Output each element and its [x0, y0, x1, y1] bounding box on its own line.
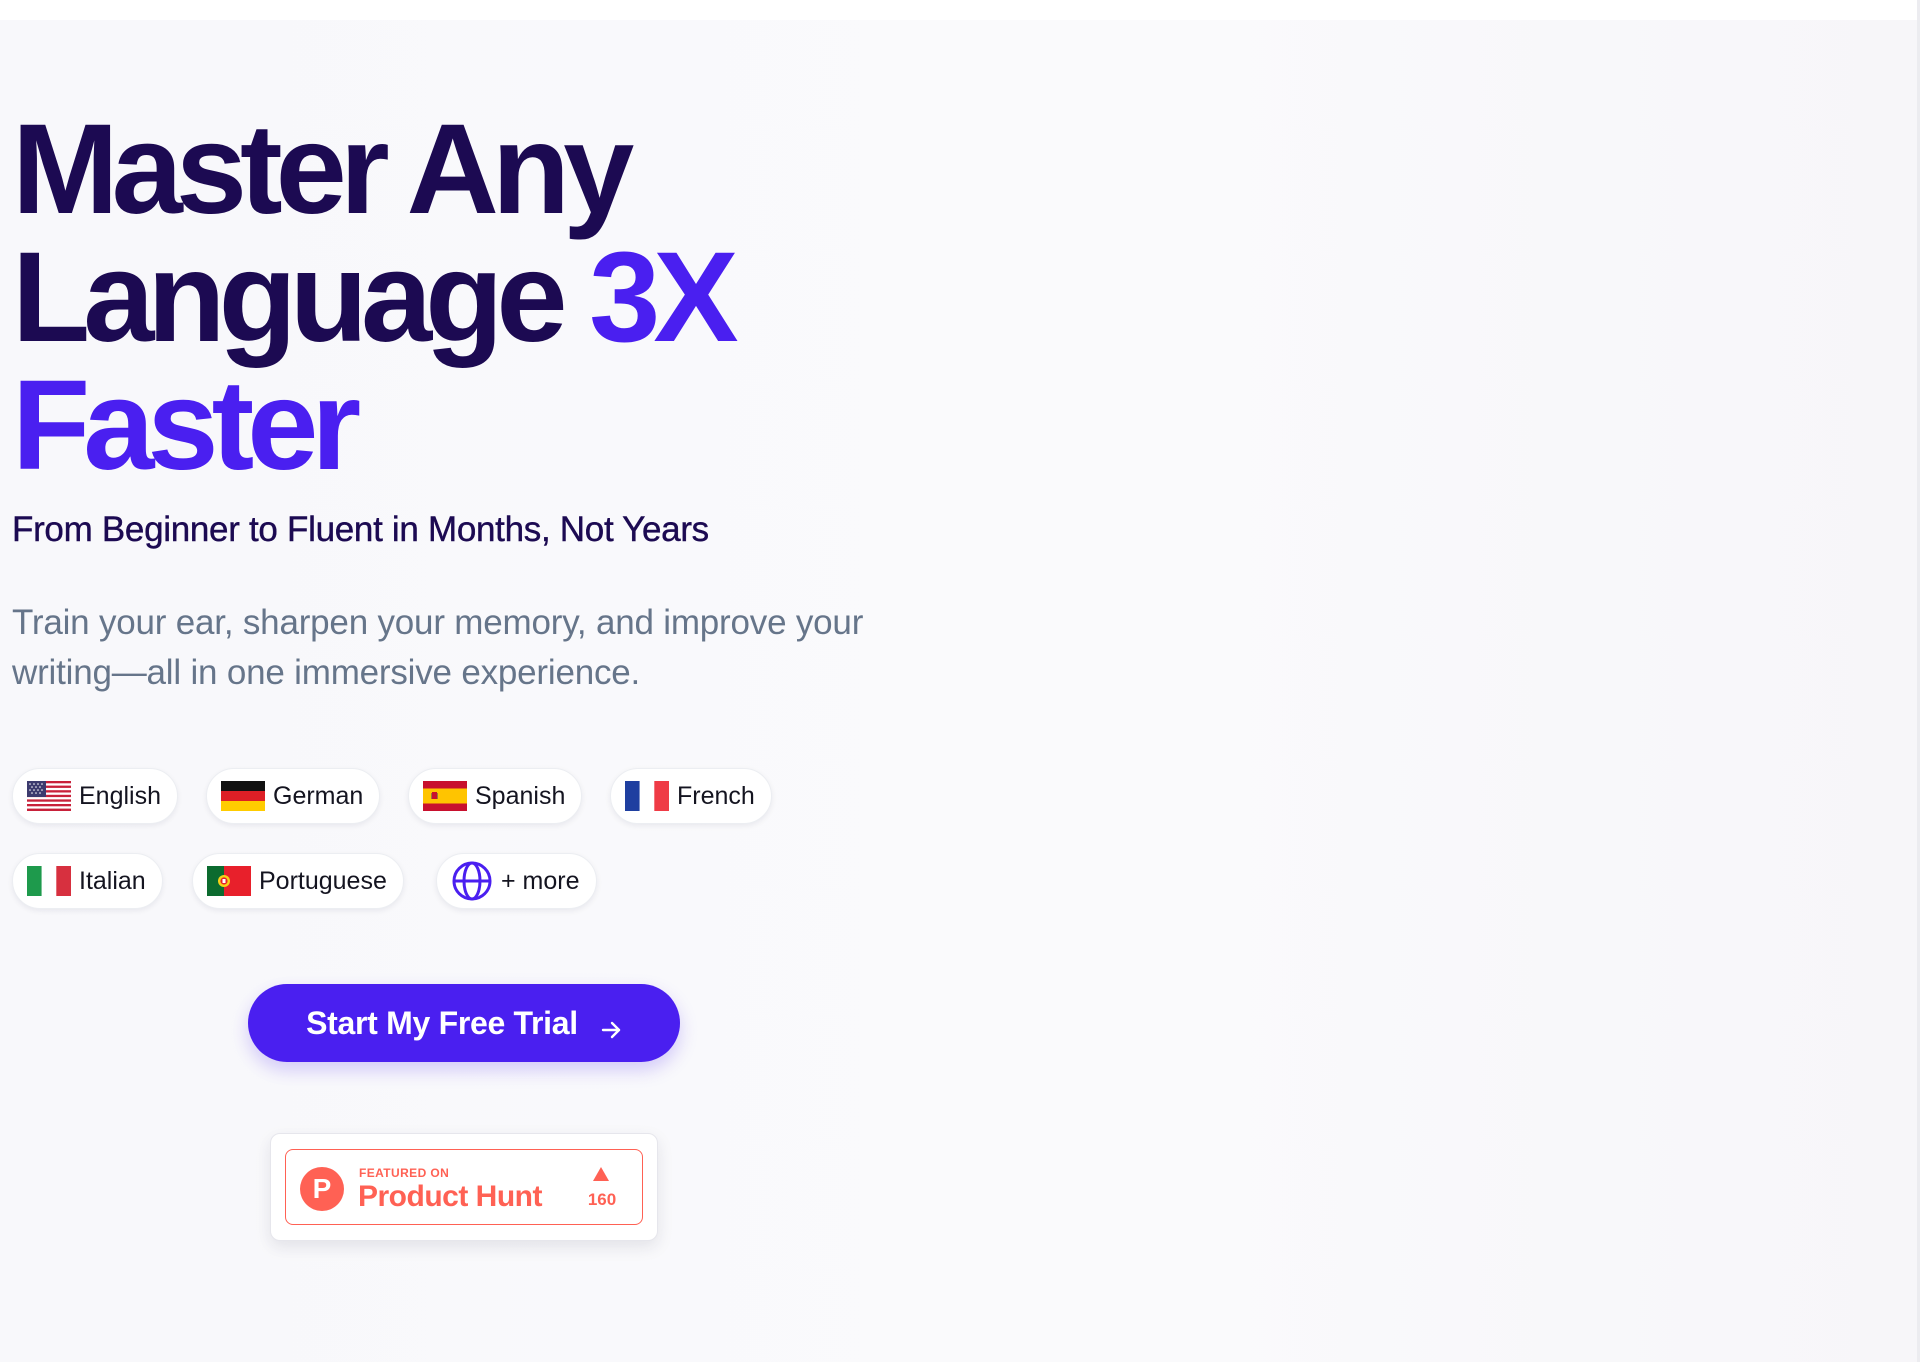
landing-page: Master Any Language 3X Faster From Beginne… — [0, 0, 1920, 1362]
language-label: German — [273, 781, 364, 810]
language-pill-spanish[interactable]: Spanish — [408, 768, 583, 824]
globe-icon — [451, 860, 493, 902]
product-hunt-featured-label: FEATURED ON — [359, 1166, 450, 1180]
us-flag-icon — [27, 781, 71, 811]
headline-accent-faster: Faster — [12, 354, 361, 497]
headline-part-1: Master Any — [12, 98, 634, 241]
language-label: Italian — [79, 866, 146, 895]
product-hunt-badge-card[interactable]: P FEATURED ON Product Hunt 160 — [270, 1133, 658, 1241]
language-label: Spanish — [475, 781, 566, 810]
language-label: French — [677, 781, 755, 810]
language-pill-english[interactable]: English — [12, 768, 178, 824]
language-pill-italian[interactable]: Italian — [12, 853, 163, 909]
language-label: Portuguese — [259, 866, 387, 895]
arrow-right-icon — [600, 1012, 622, 1039]
language-pill-portuguese[interactable]: Portuguese — [192, 853, 404, 909]
language-pill-french[interactable]: French — [610, 768, 772, 824]
hero-subheadline: From Beginner to Fluent in Months, Not Y… — [12, 510, 710, 549]
portugal-flag-icon — [207, 866, 251, 896]
language-label: English — [79, 781, 161, 810]
hero-description: Train your ear, sharpen your memory, and… — [12, 603, 864, 692]
start-free-trial-button[interactable]: Start My Free Trial — [248, 984, 680, 1062]
product-hunt-upvote-count: 160 — [587, 1190, 617, 1209]
hero-headline: Master Any Language 3X Faster — [12, 106, 739, 490]
product-hunt-logo: P — [300, 1167, 344, 1211]
germany-flag-icon — [221, 781, 265, 811]
language-pill-more[interactable]: + more — [436, 853, 597, 909]
product-hunt-name: Product Hunt — [358, 1180, 542, 1213]
spain-flag-icon — [423, 781, 467, 811]
italy-flag-icon — [27, 866, 71, 896]
language-label: + more — [501, 866, 580, 895]
headline-part-2: Language — [12, 226, 567, 369]
headline-accent-3x: 3X — [589, 226, 739, 369]
upvote-triangle-icon — [593, 1167, 609, 1181]
cta-label: Start My Free Trial — [306, 1004, 578, 1041]
product-hunt-badge[interactable]: P FEATURED ON Product Hunt 160 — [285, 1149, 643, 1225]
language-pill-german[interactable]: German — [206, 768, 381, 824]
france-flag-icon — [625, 781, 669, 811]
